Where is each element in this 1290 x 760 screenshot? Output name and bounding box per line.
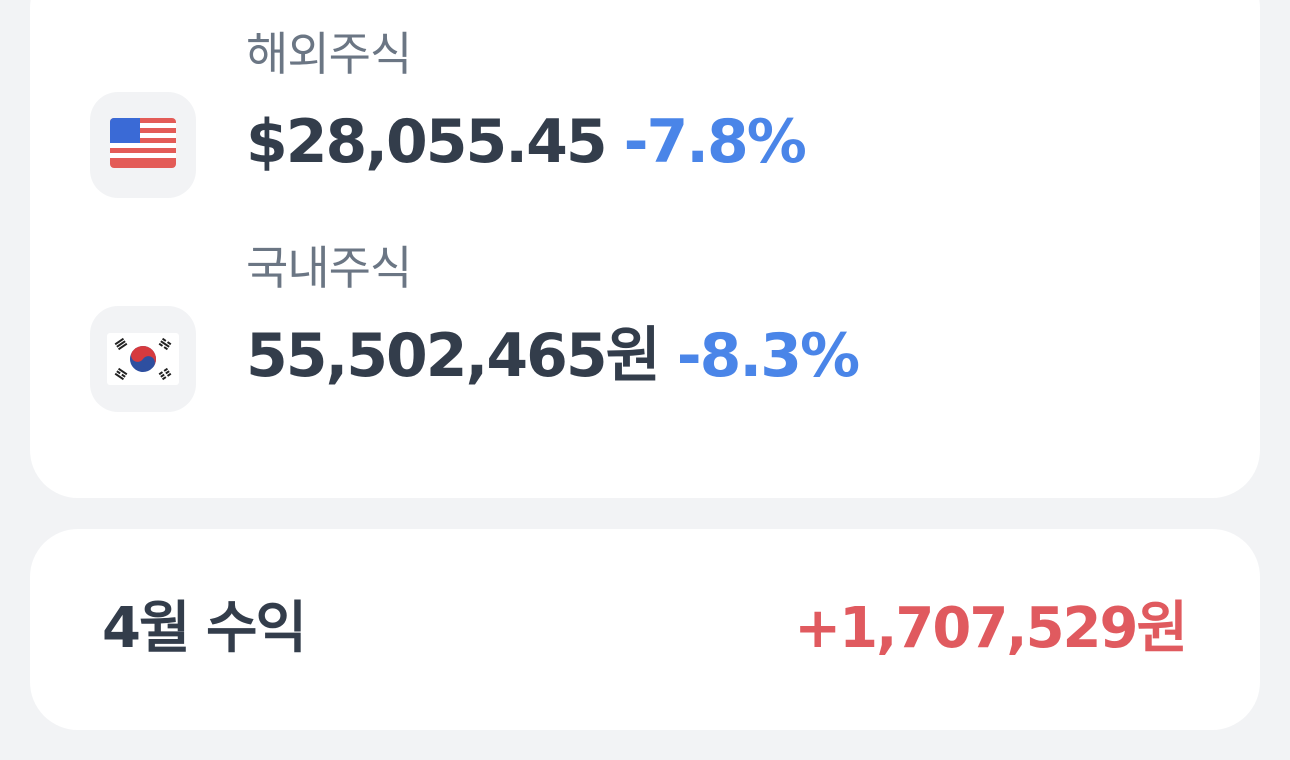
holdings-card: 해외주식 $28,055.45 -7.8% 국내주식 55,502,465원 -… — [30, 0, 1260, 498]
domestic-stocks-change: -8.3% — [676, 321, 860, 391]
monthly-profit-value: +1,707,529원 — [794, 596, 1188, 661]
overseas-stocks-label: 해외주식 — [246, 27, 412, 81]
kr-flag-icon — [107, 333, 179, 385]
overseas-stocks-change: -7.8% — [623, 107, 807, 177]
domestic-stocks-label: 국내주식 — [246, 241, 412, 295]
domestic-stocks-amount: 55,502,465원 — [246, 321, 661, 391]
monthly-profit-card[interactable]: 4월 수익 +1,707,529원 — [30, 529, 1260, 730]
asset-row-domestic-stocks[interactable]: 국내주식 55,502,465원 -8.3% — [90, 241, 1190, 428]
monthly-profit-label: 4월 수익 — [102, 596, 307, 661]
us-flag-icon — [110, 118, 176, 168]
asset-row-overseas-stocks[interactable]: 해외주식 $28,055.45 -7.8% — [90, 27, 1190, 214]
domestic-stocks-value-line: 55,502,465원 -8.3% — [246, 318, 860, 394]
domestic-stocks-icon-tile[interactable] — [90, 306, 196, 412]
overseas-stocks-amount: $28,055.45 — [246, 107, 608, 177]
overseas-stocks-value-line: $28,055.45 -7.8% — [246, 104, 807, 180]
overseas-stocks-icon-tile[interactable] — [90, 92, 196, 198]
